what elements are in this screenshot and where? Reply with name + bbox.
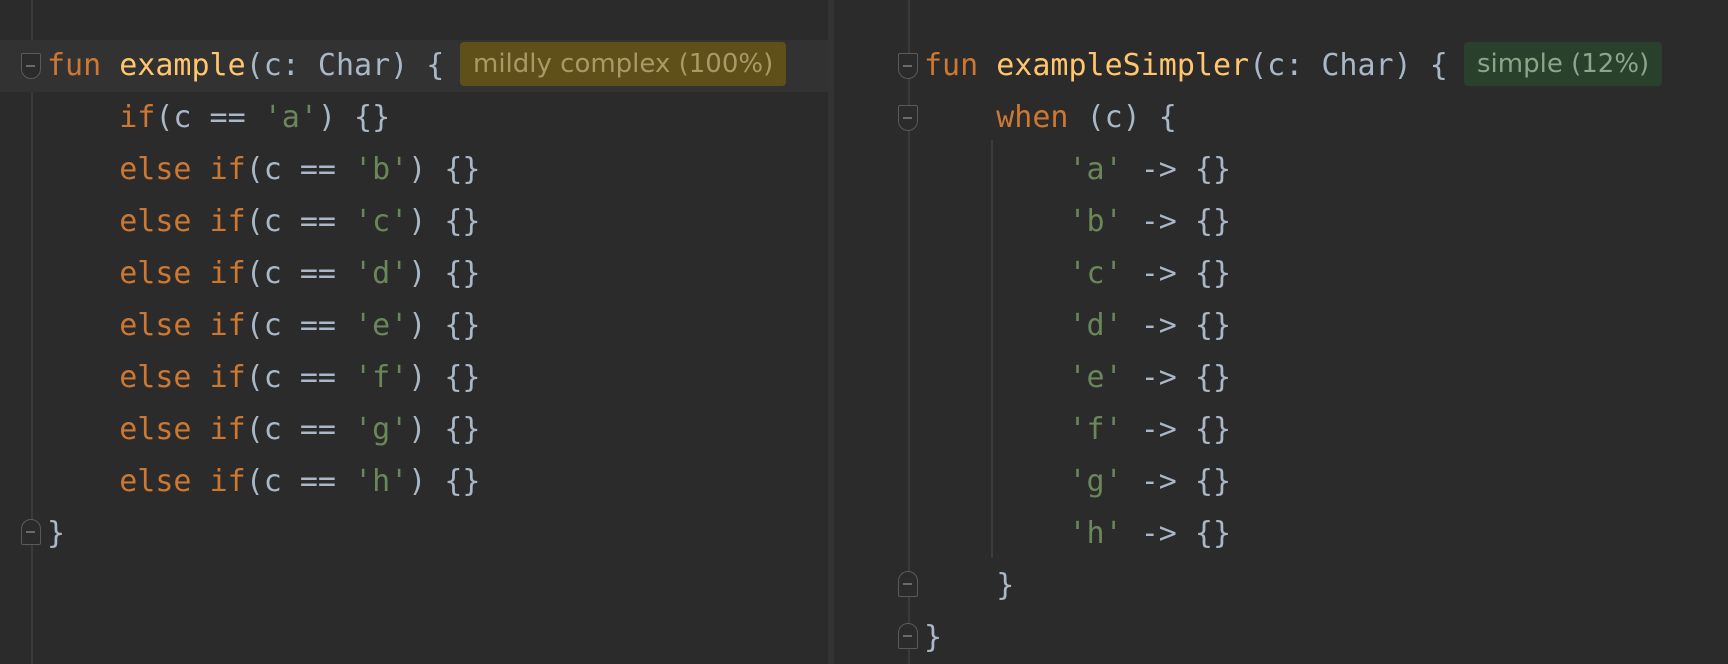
keyword-when: when — [996, 100, 1069, 135]
condition-close: ) {} — [408, 256, 481, 291]
char-literal: 'h' — [354, 464, 409, 499]
char-literal: 'c' — [354, 204, 409, 239]
branch-arrow: -> {} — [1140, 308, 1232, 343]
branch-arrow: -> {} — [1140, 516, 1232, 551]
fold-collapse-icon[interactable] — [898, 623, 918, 649]
closing-brace: } — [47, 516, 66, 551]
branch-arrow: -> {} — [1140, 360, 1232, 395]
char-literal: 'd' — [1068, 308, 1123, 343]
function-params: (c: Char) { — [245, 48, 445, 83]
keyword-else: else — [119, 204, 192, 239]
complexity-hint-badge[interactable]: simple (12%) — [1464, 42, 1663, 86]
keyword-if: if — [209, 204, 246, 239]
char-literal: 'd' — [354, 256, 409, 291]
code-line-when-branch[interactable]: 'a' -> {} — [834, 144, 1728, 196]
code-line-closing-brace[interactable]: } — [0, 508, 828, 560]
keyword-if: if — [209, 360, 246, 395]
char-literal: 'b' — [1068, 204, 1123, 239]
keyword-if: if — [209, 152, 246, 187]
char-literal: 'e' — [354, 308, 409, 343]
char-literal: 'a' — [263, 100, 318, 135]
code-line-when-closing-brace[interactable]: } — [834, 560, 1728, 612]
code-line-else-if[interactable]: else if(c == 'b') {} — [0, 144, 828, 196]
code-line-when[interactable]: when (c) { — [834, 92, 1728, 144]
char-literal: 'f' — [1068, 412, 1123, 447]
condition-close: ) {} — [408, 464, 481, 499]
code-line-else-if[interactable]: else if(c == 'e') {} — [0, 300, 828, 352]
condition-open: (c == — [245, 308, 355, 343]
function-name: exampleSimpler — [996, 48, 1250, 83]
right-editor-pane[interactable]: fun exampleSimpler(c: Char) { simple (12… — [834, 0, 1728, 664]
char-literal: 'b' — [354, 152, 409, 187]
char-literal: 'g' — [1068, 464, 1123, 499]
code-line-when-branch[interactable]: 'g' -> {} — [834, 456, 1728, 508]
fold-collapse-icon[interactable] — [898, 571, 918, 597]
code-line-else-if[interactable]: else if(c == 'h') {} — [0, 456, 828, 508]
condition-close: ) {} — [317, 100, 391, 135]
condition-open: (c == — [245, 464, 355, 499]
left-editor-pane[interactable]: fun example(c: Char) { mildly complex (1… — [0, 0, 828, 664]
char-literal: 'f' — [354, 360, 409, 395]
keyword-else: else — [119, 308, 192, 343]
branch-arrow: -> {} — [1140, 152, 1232, 187]
code-line-when-branch[interactable]: 'b' -> {} — [834, 196, 1728, 248]
fold-collapse-icon[interactable] — [21, 53, 41, 79]
condition-close: ) {} — [408, 308, 481, 343]
complexity-hint-badge[interactable]: mildly complex (100%) — [460, 42, 787, 86]
char-literal: 'h' — [1068, 516, 1123, 551]
code-line-when-branch[interactable]: 'd' -> {} — [834, 300, 1728, 352]
closing-brace: } — [996, 568, 1015, 603]
keyword-fun: fun — [924, 48, 979, 83]
condition-open: (c == — [155, 100, 264, 135]
char-literal: 'c' — [1068, 256, 1123, 291]
branch-arrow: -> {} — [1140, 256, 1232, 291]
char-literal: 'e' — [1068, 360, 1123, 395]
condition-close: ) {} — [408, 412, 481, 447]
code-line-else-if[interactable]: else if(c == 'd') {} — [0, 248, 828, 300]
keyword-else: else — [119, 256, 192, 291]
fold-collapse-icon[interactable] — [898, 53, 918, 79]
keyword-if: if — [209, 464, 246, 499]
branch-arrow: -> {} — [1140, 464, 1232, 499]
keyword-fun: fun — [47, 48, 102, 83]
condition-open: (c == — [245, 256, 355, 291]
keyword-if: if — [209, 412, 246, 447]
char-literal: 'a' — [1068, 152, 1123, 187]
condition-close: ) {} — [408, 152, 481, 187]
function-name: example — [119, 48, 246, 83]
keyword-else: else — [119, 412, 192, 447]
keyword-if: if — [209, 256, 246, 291]
code-line-closing-brace[interactable]: } — [834, 612, 1728, 664]
condition-close: ) {} — [408, 204, 481, 239]
condition-open: (c == — [245, 204, 355, 239]
code-line-else-if[interactable]: else if(c == 'f') {} — [0, 352, 828, 404]
keyword-if: if — [209, 308, 246, 343]
condition-close: ) {} — [408, 360, 481, 395]
when-subject: (c) { — [1086, 100, 1177, 135]
branch-arrow: -> {} — [1140, 412, 1232, 447]
code-line-if[interactable]: if(c == 'a') {} — [0, 92, 828, 144]
code-line-when-branch[interactable]: 'c' -> {} — [834, 248, 1728, 300]
code-line-when-branch[interactable]: 'f' -> {} — [834, 404, 1728, 456]
code-line-when-branch[interactable]: 'e' -> {} — [834, 352, 1728, 404]
code-line-else-if[interactable]: else if(c == 'c') {} — [0, 196, 828, 248]
condition-open: (c == — [245, 360, 355, 395]
code-line-when-branch[interactable]: 'h' -> {} — [834, 508, 1728, 560]
condition-open: (c == — [245, 412, 355, 447]
function-params: (c: Char) { — [1249, 48, 1448, 83]
char-literal: 'g' — [354, 412, 409, 447]
closing-brace: } — [924, 620, 943, 655]
keyword-else: else — [119, 360, 192, 395]
branch-arrow: -> {} — [1140, 204, 1232, 239]
keyword-else: else — [119, 152, 192, 187]
condition-open: (c == — [245, 152, 355, 187]
keyword-else: else — [119, 464, 192, 499]
fold-collapse-icon[interactable] — [21, 519, 41, 545]
keyword-if: if — [119, 100, 156, 135]
fold-collapse-icon[interactable] — [898, 105, 918, 131]
code-line-else-if[interactable]: else if(c == 'g') {} — [0, 404, 828, 456]
